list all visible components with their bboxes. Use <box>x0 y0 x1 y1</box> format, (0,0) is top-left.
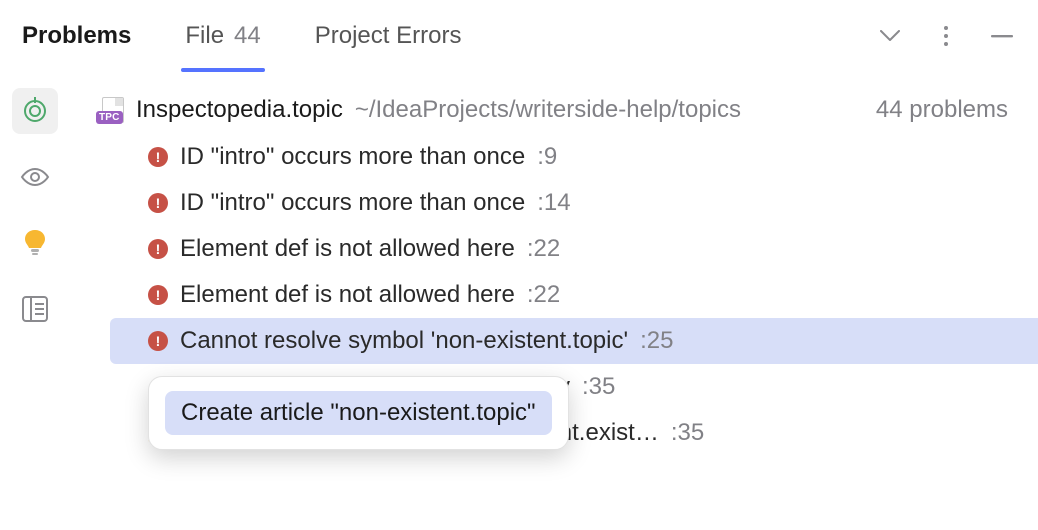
tabs-right <box>876 22 1016 50</box>
problem-message: ID "intro" occurs more than once <box>180 189 525 217</box>
sidebar-highlight[interactable] <box>12 88 58 134</box>
problem-message: Cannot resolve symbol 'non-existent.topi… <box>180 327 628 355</box>
problem-location: :35 <box>671 419 704 447</box>
tabs-bar: Problems File 44 Project Errors <box>0 0 1038 72</box>
problem-location: :9 <box>537 143 557 171</box>
sidebar-layout[interactable] <box>12 286 58 332</box>
problem-row-selected[interactable]: Cannot resolve symbol 'non-existent.topi… <box>110 318 1038 364</box>
file-header[interactable]: TPC Inspectopedia.topic ~/IdeaProjects/w… <box>70 92 1038 134</box>
error-icon <box>148 147 168 167</box>
problem-row[interactable]: Element def is not allowed here :22 <box>70 272 1038 318</box>
body: TPC Inspectopedia.topic ~/IdeaProjects/w… <box>0 72 1038 530</box>
problem-message: Element def is not allowed here <box>180 281 515 309</box>
problem-message: ID "intro" occurs more than once <box>180 143 525 171</box>
quick-fix-label: Create article "non-existent.topic" <box>181 399 536 426</box>
problem-location: :35 <box>582 373 615 401</box>
problem-location: :22 <box>527 235 560 263</box>
problem-row[interactable]: ID "intro" occurs more than once :14 <box>70 180 1038 226</box>
problem-location: :22 <box>527 281 560 309</box>
problem-location: :25 <box>640 327 673 355</box>
tab-file[interactable]: File 44 <box>185 0 260 72</box>
tabs-left: Problems File 44 Project Errors <box>22 0 461 72</box>
sidebar-preview[interactable] <box>12 154 58 200</box>
chevron-down-icon[interactable] <box>876 22 904 50</box>
file-problem-count: 44 problems <box>876 96 1020 124</box>
tab-problems-label: Problems <box>22 22 131 50</box>
layout-icon <box>22 296 48 322</box>
main: TPC Inspectopedia.topic ~/IdeaProjects/w… <box>70 72 1038 530</box>
file-path: ~/IdeaProjects/writerside-help/topics <box>355 96 741 124</box>
sidebar <box>0 72 70 530</box>
bulb-icon <box>24 229 46 257</box>
error-icon <box>148 193 168 213</box>
more-icon[interactable] <box>932 22 960 50</box>
problem-row[interactable]: ID "intro" occurs more than once :9 <box>70 134 1038 180</box>
problem-message: Element def is not allowed here <box>180 235 515 263</box>
quick-fix-create-article[interactable]: Create article "non-existent.topic" <box>165 391 552 435</box>
tab-file-count: 44 <box>234 22 261 50</box>
problem-row[interactable]: Element def is not allowed here :22 <box>70 226 1038 272</box>
problem-location: :14 <box>537 189 570 217</box>
quick-fix-popup: Create article "non-existent.topic" <box>148 376 569 450</box>
topic-file-icon: TPC <box>98 97 124 123</box>
tab-file-label: File <box>185 22 224 50</box>
target-icon <box>21 97 49 125</box>
sidebar-intentions[interactable] <box>12 220 58 266</box>
tab-project-errors-label: Project Errors <box>315 22 462 50</box>
minimize-icon[interactable] <box>988 22 1016 50</box>
error-icon <box>148 285 168 305</box>
tab-project-errors[interactable]: Project Errors <box>315 0 462 72</box>
error-icon <box>148 239 168 259</box>
error-icon <box>148 331 168 351</box>
file-name: Inspectopedia.topic <box>136 96 343 124</box>
tab-problems[interactable]: Problems <box>22 0 131 72</box>
eye-icon <box>20 167 50 187</box>
